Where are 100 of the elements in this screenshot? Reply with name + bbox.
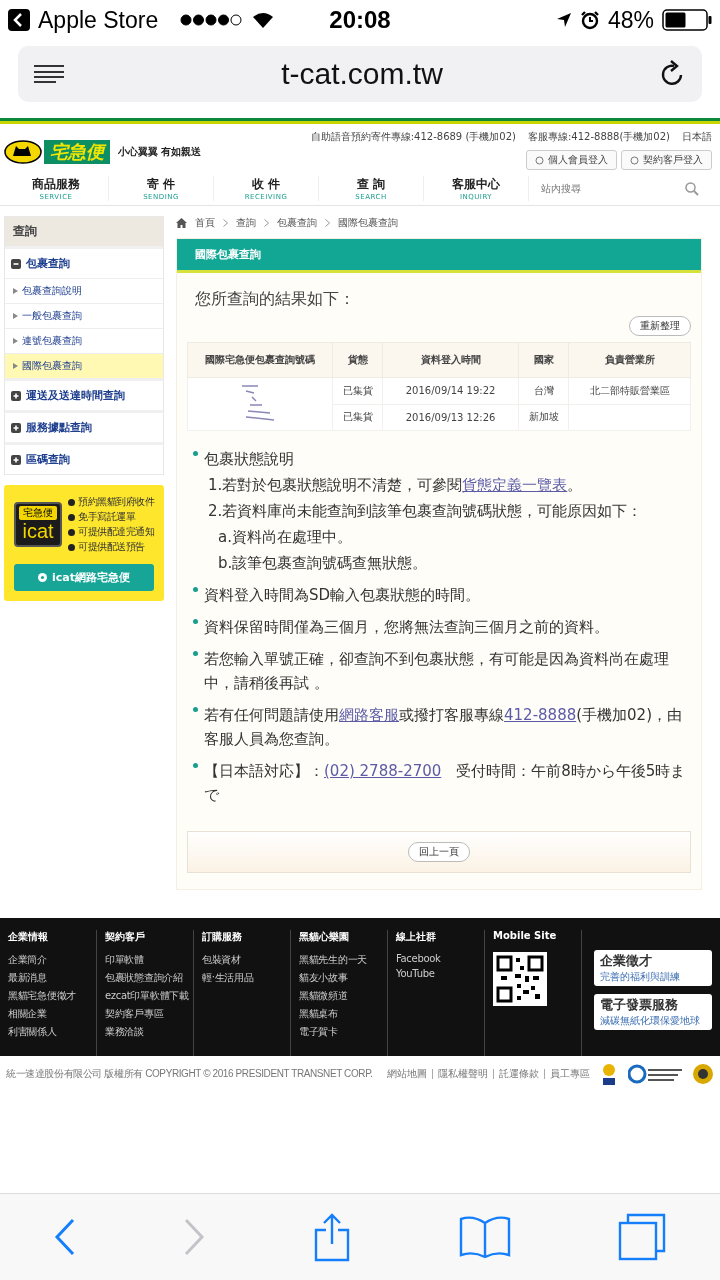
note-text: 資料保留時間僅為三個月，您將無法查詢三個月之前的資料。 xyxy=(204,617,609,638)
signal-icon xyxy=(180,14,245,26)
footer-link[interactable]: 輕‧生活用品 xyxy=(202,971,290,985)
top-link[interactable]: 客服專線:412-8888(手機加02) xyxy=(527,130,670,144)
top-link[interactable]: 日本語 xyxy=(682,130,712,144)
icat-logo: 宅急便 icat xyxy=(14,502,62,547)
bullet-icon xyxy=(68,513,75,521)
promo-card[interactable]: 企業徵才 完善的福利與訓練 xyxy=(594,950,712,986)
footer-link[interactable]: 印單軟體 xyxy=(105,953,193,967)
breadcrumb-link[interactable]: 國際包裹查詢 xyxy=(338,216,398,230)
bullet-icon xyxy=(193,763,198,768)
sidebar-section[interactable]: 服務據點查詢 xyxy=(5,410,163,442)
qr-code-icon[interactable] xyxy=(493,952,547,1006)
table-cell: 2016/09/13 12:26 xyxy=(382,404,519,431)
note-text: b.該筆包裹查詢號碼查無狀態。 xyxy=(218,553,429,574)
note-text: 若您輸入單號正確，卻查詢不到包裹狀態，有可能是因為資料尚在處理中，請稍後再試 。 xyxy=(204,649,670,694)
footer-link[interactable]: 相關企業 xyxy=(8,1007,96,1021)
footer-bottom-link[interactable]: 員工專區 xyxy=(550,1067,590,1081)
url-text: t-cat.com.tw xyxy=(281,57,443,91)
sidebar-item[interactable]: 一般包裹查詢 xyxy=(5,303,163,328)
back-icon[interactable] xyxy=(53,1218,76,1256)
footer-link[interactable]: Facebook xyxy=(396,953,484,964)
award-badge-icon xyxy=(692,1063,714,1085)
back-app-label[interactable]: Apple Store xyxy=(38,6,159,34)
footer-link[interactable]: 最新消息 xyxy=(8,971,96,985)
note-link[interactable]: 網路客服 xyxy=(339,706,399,724)
login-button[interactable]: 個人會員登入 xyxy=(526,150,617,170)
promo-card[interactable]: 電子發票服務 減碳無紙化環保愛地球 xyxy=(594,994,712,1030)
column-header: 國際宅急便包裹查詢號碼 xyxy=(187,342,333,378)
table-cell: 2016/09/14 19:22 xyxy=(382,377,519,404)
footer-link[interactable]: 貓友小故事 xyxy=(299,971,387,985)
footer-heading: 契約客戶 xyxy=(105,930,146,944)
footer-bottom-link[interactable]: 隱私權聲明 xyxy=(438,1067,488,1081)
note-link[interactable]: (02) 2788-2700 xyxy=(324,762,442,780)
breadcrumb-link[interactable]: 首頁 xyxy=(195,216,215,230)
breadcrumb-link[interactable]: 包裹查詢 xyxy=(277,216,317,230)
plus-square-icon xyxy=(11,390,21,401)
feature-text: 免手寫託運單 xyxy=(78,510,135,524)
footer-link[interactable]: 企業簡介 xyxy=(8,953,96,967)
footer-link[interactable]: 包裹狀態查詢介紹 xyxy=(105,971,193,985)
sidebar-section[interactable]: 區碼查詢 xyxy=(5,442,163,474)
top-link[interactable]: 自助語音預約寄件專線:412-8689 (手機加02) xyxy=(310,130,516,144)
footer-link[interactable]: 黑貓宅急便徵才 xyxy=(8,989,96,1003)
site-search-field[interactable]: 站內搜尋 xyxy=(539,182,663,195)
note-text: a.資料尚在處理中。 xyxy=(218,527,353,548)
circle-icon xyxy=(535,155,544,165)
sidebar-section[interactable]: 運送及送達時間查詢 xyxy=(5,378,163,410)
chevron-icon xyxy=(223,219,228,227)
bullet-icon xyxy=(193,619,198,624)
battery-icon xyxy=(662,9,712,31)
column-header: 資料登入時間 xyxy=(382,342,519,378)
search-icon[interactable] xyxy=(685,181,699,196)
address-bar[interactable]: t-cat.com.tw xyxy=(18,46,702,102)
copyright-text: 統一速達股份有限公司 版權所有 COPYRIGHT © 2016 PRESIDENT TRANSNET CORP. xyxy=(6,1067,374,1081)
triangle-icon xyxy=(13,313,18,319)
bookmarks-book-icon[interactable] xyxy=(458,1215,511,1259)
home-icon[interactable] xyxy=(176,218,187,228)
note-link[interactable]: 412-8888 xyxy=(504,706,577,724)
footer-link[interactable]: 黑貓桌布 xyxy=(299,1007,387,1021)
sidebar-section[interactable]: 包裹查詢 xyxy=(5,246,163,278)
tagline: 小心翼翼 有如親送 xyxy=(118,145,202,159)
minus-square-icon xyxy=(11,258,21,269)
logo-text: 宅急便 xyxy=(44,140,110,164)
bullet-icon xyxy=(68,498,75,506)
footer-link[interactable]: 黑貓先生的一天 xyxy=(299,953,387,967)
footer-link[interactable]: ezcat印單軟體下載 xyxy=(105,989,193,1003)
sidebar-item[interactable]: 國際包裹查詢 xyxy=(5,353,163,378)
table-cell: 已集貨 xyxy=(332,377,383,404)
note-text: 2.若資料庫尚未能查詢到該筆包裹查詢號碼狀態，可能原因如下： xyxy=(208,501,643,522)
alarm-clock-icon xyxy=(579,10,600,30)
bullet-icon xyxy=(68,543,75,551)
footer-link[interactable]: 黑貓微頻道 xyxy=(299,989,387,1003)
footer-link[interactable]: 利害關係人 xyxy=(8,1025,96,1039)
refresh-button[interactable]: 重新整理 xyxy=(629,316,691,336)
share-icon[interactable] xyxy=(313,1212,351,1262)
footer-heading: 企業情報 xyxy=(8,930,49,944)
breadcrumb-link[interactable]: 查詢 xyxy=(236,216,256,230)
column-header: 負責營業所 xyxy=(568,342,691,378)
menu-icon[interactable] xyxy=(34,65,64,83)
footer-heading: 訂購服務 xyxy=(202,930,243,944)
plus-square-icon xyxy=(11,422,21,433)
footer-link[interactable]: 電子賀卡 xyxy=(299,1025,387,1039)
plus-square-icon xyxy=(11,454,21,465)
sidebar-item[interactable]: 包裹查詢說明 xyxy=(5,278,163,303)
footer-link[interactable]: 契約客戶專區 xyxy=(105,1007,193,1021)
footer-heading: 黑貓心樂園 xyxy=(299,930,350,944)
footer-bottom-link[interactable]: 託運條款 xyxy=(499,1067,539,1081)
chevron-icon xyxy=(325,219,330,227)
panel-title: 國際包裹查詢 xyxy=(177,239,701,273)
tabs-icon[interactable] xyxy=(618,1213,667,1261)
note-link[interactable]: 貨態定義一覽表 xyxy=(462,476,568,494)
back-button[interactable]: 回上一頁 xyxy=(408,842,470,862)
login-button[interactable]: 契約客戶登入 xyxy=(621,150,712,170)
footer-link[interactable]: 包裝資材 xyxy=(202,953,290,967)
footer-link[interactable]: YouTube xyxy=(396,968,484,979)
table-cell: 台灣 xyxy=(518,377,569,404)
footer-heading: 線上社群 xyxy=(396,930,437,944)
location-arrow-icon xyxy=(555,12,572,28)
footer-bottom-link[interactable]: 網站地圖 xyxy=(387,1067,427,1081)
footer-link[interactable]: 業務洽談 xyxy=(105,1025,193,1039)
